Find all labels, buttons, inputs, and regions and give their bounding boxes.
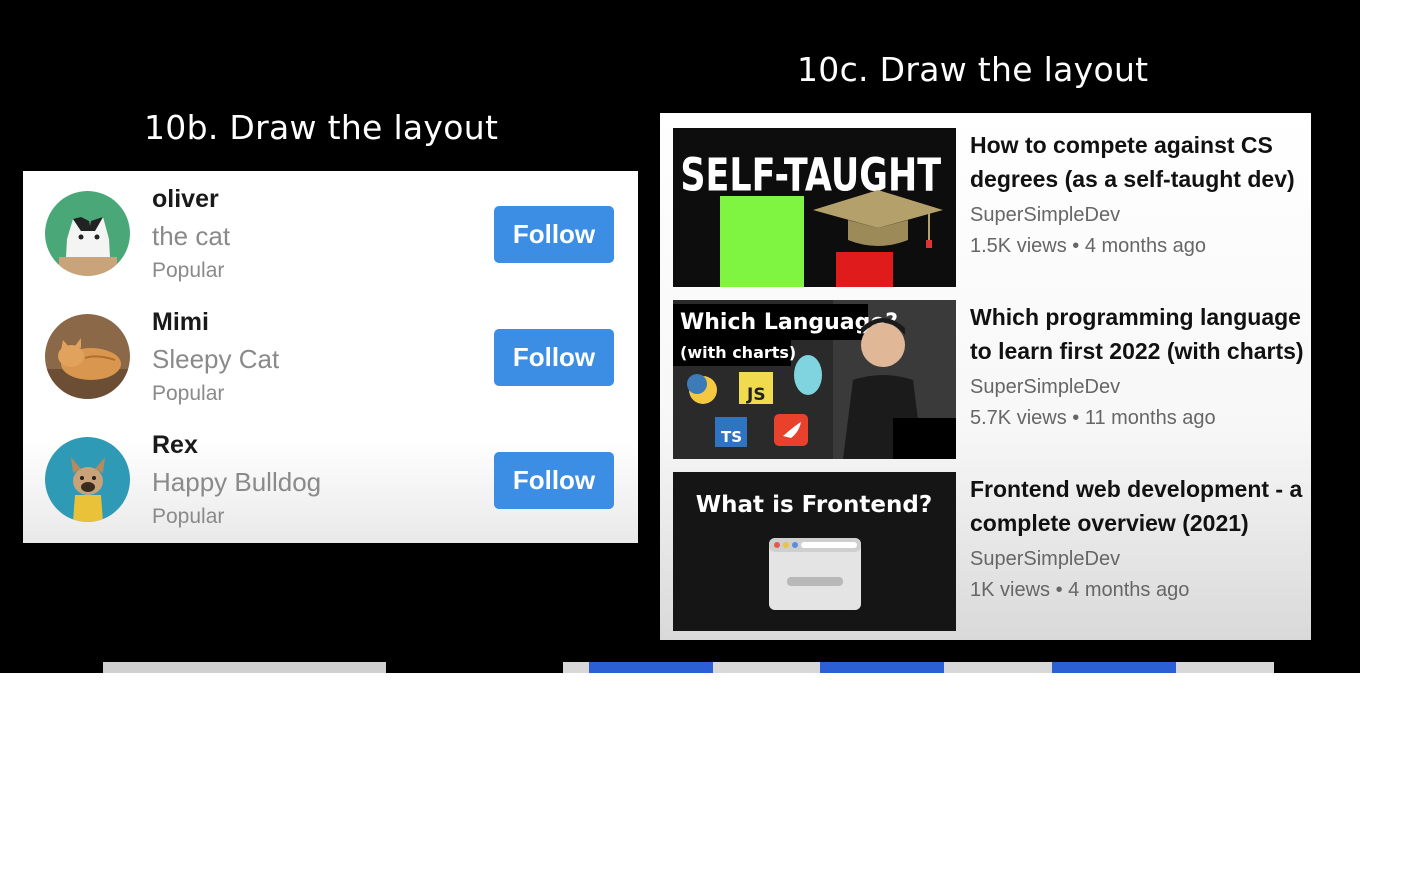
follow-button[interactable]: Follow bbox=[494, 452, 614, 509]
profile-name: Mimi bbox=[152, 308, 209, 336]
green-bar-icon bbox=[720, 196, 804, 287]
follow-button[interactable]: Follow bbox=[494, 206, 614, 263]
profile-tag: Popular bbox=[152, 505, 225, 528]
profile-card-mimi: Mimi Sleepy Cat Popular Follow bbox=[23, 294, 638, 417]
thumbnail-text: SELF-TAUGHT bbox=[680, 148, 941, 202]
follow-button[interactable]: Follow bbox=[494, 329, 614, 386]
channel-name[interactable]: SuperSimpleDev bbox=[970, 376, 1120, 399]
thumbnail-text: What is Frontend? bbox=[696, 492, 932, 518]
video-thumbnail[interactable]: Which Language? (with charts) JS TS bbox=[673, 300, 956, 459]
next-slide-preview-block bbox=[589, 662, 713, 673]
dog-avatar-icon bbox=[45, 437, 130, 522]
cat-avatar-icon bbox=[45, 191, 130, 276]
profile-list-panel: oliver the cat Popular Follow Mimi Sleep… bbox=[23, 171, 638, 543]
video-thumbnail[interactable]: SELF-TAUGHT bbox=[673, 128, 956, 287]
avatar bbox=[45, 437, 130, 522]
profile-tag: Popular bbox=[152, 259, 225, 282]
video-item[interactable]: SELF-TAUGHT How to compete against CS de… bbox=[660, 113, 1311, 287]
presenter-face bbox=[861, 323, 905, 367]
section-c-heading: 10c. Draw the layout bbox=[797, 50, 1149, 89]
profile-card-rex: Rex Happy Bulldog Popular Follow bbox=[23, 417, 638, 540]
video-title[interactable]: How to compete against CS degrees (as a … bbox=[970, 128, 1305, 196]
next-slide-preview bbox=[103, 662, 386, 673]
thumbnail-subtext: (with charts) bbox=[680, 343, 796, 362]
thumbnail-text: Which Language? bbox=[680, 310, 898, 335]
video-title[interactable]: Frontend web development - a complete ov… bbox=[970, 472, 1305, 540]
video-stats: 5.7K views • 11 months ago bbox=[970, 407, 1216, 429]
channel-name[interactable]: SuperSimpleDev bbox=[970, 548, 1120, 571]
profile-description: the cat bbox=[152, 221, 231, 251]
video-thumbnail[interactable]: What is Frontend? bbox=[673, 472, 956, 631]
profile-description: Happy Bulldog bbox=[152, 467, 322, 497]
video-list-panel: SELF-TAUGHT How to compete against CS de… bbox=[660, 113, 1311, 640]
video-item[interactable]: What is Frontend? Frontend web developme… bbox=[660, 457, 1311, 631]
profile-tag: Popular bbox=[152, 382, 225, 405]
profile-description: Sleepy Cat bbox=[152, 344, 280, 374]
svg-text:JS: JS bbox=[746, 385, 766, 405]
next-slide-preview-block bbox=[1052, 662, 1176, 673]
video-item[interactable]: Which Language? (with charts) JS TS Whic… bbox=[660, 285, 1311, 459]
section-b-heading: 10b. Draw the layout bbox=[144, 108, 499, 147]
video-stats: 1K views • 4 months ago bbox=[970, 579, 1190, 601]
video-title[interactable]: Which programming language to learn firs… bbox=[970, 300, 1305, 368]
profile-card-oliver: oliver the cat Popular Follow bbox=[23, 171, 638, 294]
video-stats: 1.5K views • 4 months ago bbox=[970, 235, 1207, 257]
next-slide-preview-block bbox=[820, 662, 944, 673]
profile-name: oliver bbox=[152, 185, 219, 213]
avatar bbox=[45, 314, 130, 399]
video-frame: 10b. Draw the layout 10c. Draw the layou… bbox=[0, 0, 1360, 673]
gopher-icon bbox=[794, 355, 822, 395]
red-bar-icon bbox=[836, 252, 893, 287]
cat-avatar-icon bbox=[45, 314, 130, 399]
channel-name[interactable]: SuperSimpleDev bbox=[970, 204, 1120, 227]
profile-name: Rex bbox=[152, 431, 198, 459]
avatar bbox=[45, 191, 130, 276]
svg-text:TS: TS bbox=[721, 428, 742, 446]
